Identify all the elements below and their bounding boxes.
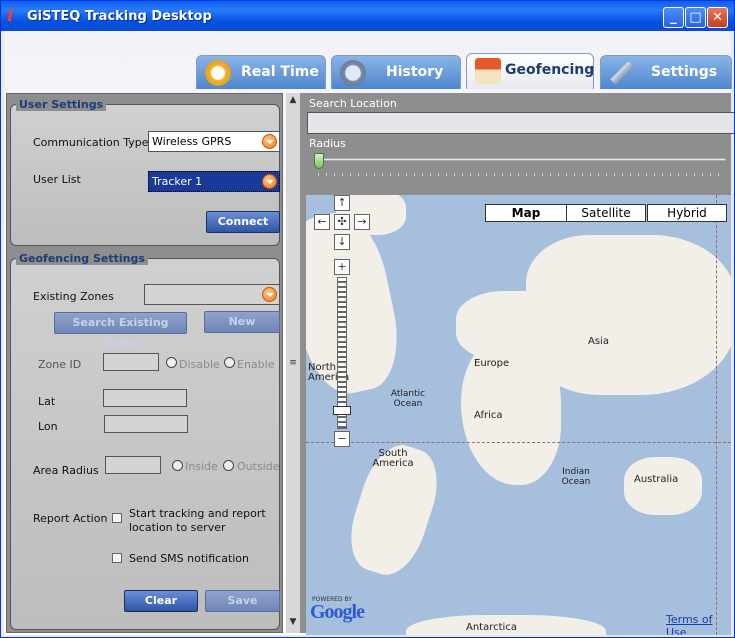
info-i-icon: i xyxy=(7,6,14,26)
start-tracking-label: Start tracking and report location to se… xyxy=(129,507,266,534)
outside-label: Outside xyxy=(237,460,280,473)
user-list-value: Tracker 1 xyxy=(152,175,203,188)
zoom-out-button[interactable]: − xyxy=(334,431,350,447)
new-zone-button[interactable]: New xyxy=(204,311,280,333)
enable-radio[interactable] xyxy=(224,357,235,368)
south-america-label: South America xyxy=(372,448,414,469)
google-logo: Google xyxy=(310,601,365,623)
area-radius-label: Area Radius xyxy=(33,464,99,477)
tab-settings[interactable]: Settings xyxy=(600,55,732,89)
splitter-grip-icon[interactable]: ≡ xyxy=(287,358,299,372)
map-view[interactable]: Asia Europe Africa North America South A… xyxy=(306,195,731,635)
zoom-slider-thumb[interactable] xyxy=(333,406,351,415)
search-location-input[interactable] xyxy=(307,112,734,134)
pan-center-icon[interactable]: ✣ xyxy=(334,214,350,230)
inside-radio[interactable] xyxy=(172,460,183,471)
scroll-down-icon[interactable]: ▼ xyxy=(287,617,299,631)
inside-label: Inside xyxy=(185,460,218,473)
stopwatch-icon xyxy=(205,60,231,86)
left-panel: User Settings Communication Type Wireles… xyxy=(6,93,283,633)
tab-history-label: History xyxy=(386,64,444,80)
indian-ocean-label: Indian Ocean xyxy=(561,467,591,487)
existing-zones-select[interactable] xyxy=(144,284,280,305)
radius-slider-track[interactable] xyxy=(316,158,726,161)
lon-label: Lon xyxy=(38,420,58,433)
communication-type-value: Wireless GPRS xyxy=(152,135,232,148)
house-icon xyxy=(475,58,501,84)
enable-label: Enable xyxy=(237,358,275,371)
lon-input[interactable] xyxy=(104,415,188,433)
pan-down-icon[interactable]: ↓ xyxy=(334,234,350,250)
radius-label: Radius xyxy=(309,137,346,150)
pan-up-icon[interactable]: ↑ xyxy=(334,195,350,211)
dateline xyxy=(716,195,717,635)
search-existing-zones-button[interactable]: Search Existing Zones xyxy=(54,312,187,349)
pan-left-icon[interactable]: ← xyxy=(314,214,330,230)
europe-label: Europe xyxy=(474,358,510,369)
geofencing-settings-title: Geofencing Settings xyxy=(16,252,148,265)
close-button[interactable]: ✕ xyxy=(707,7,728,28)
communication-type-select[interactable]: Wireless GPRS xyxy=(148,131,280,152)
connect-button[interactable]: Connect xyxy=(206,211,280,233)
dropdown-arrow-icon[interactable] xyxy=(262,134,277,149)
communication-type-label: Communication Type xyxy=(33,136,149,149)
area-radius-input[interactable] xyxy=(105,456,161,474)
australia-label: Australia xyxy=(634,474,679,485)
user-settings-title: User Settings xyxy=(16,98,107,111)
terms-of-use-link[interactable]: Terms of Use xyxy=(666,613,731,635)
window-title: GiSTEQ Tracking Desktop xyxy=(27,9,212,24)
tab-real-time[interactable]: Real Time xyxy=(196,55,326,89)
user-settings-group: User Settings Communication Type Wireles… xyxy=(10,98,280,246)
window-body: Real Time History Geofencing Settings Us… xyxy=(4,31,734,635)
clear-button[interactable]: Clear xyxy=(124,590,198,612)
africa-label: Africa xyxy=(474,410,503,421)
map-pane: Search Location Radius Asia Europe Afric… xyxy=(300,93,734,635)
tab-real-time-label: Real Time xyxy=(241,64,319,80)
disable-radio[interactable] xyxy=(166,357,177,368)
title-bar[interactable]: i GiSTEQ Tracking Desktop _ □ ✕ xyxy=(1,1,734,31)
user-list-select[interactable]: Tracker 1 xyxy=(148,171,280,192)
asia-land xyxy=(526,235,731,395)
tab-history[interactable]: History xyxy=(331,55,461,89)
user-list-label: User List xyxy=(33,173,81,186)
maximize-button[interactable]: □ xyxy=(685,7,706,28)
zone-id-label: Zone ID xyxy=(38,358,82,371)
outside-radio[interactable] xyxy=(223,460,234,471)
asia-label: Asia xyxy=(588,336,609,347)
tab-geofencing-label: Geofencing xyxy=(505,62,595,78)
pan-right-icon[interactable]: → xyxy=(354,214,370,230)
dropdown-arrow-icon[interactable] xyxy=(262,174,277,189)
sms-notification-checkbox[interactable] xyxy=(112,553,122,563)
dropdown-arrow-icon[interactable] xyxy=(262,287,277,302)
radius-slider-ticks xyxy=(318,173,723,176)
existing-zones-label: Existing Zones xyxy=(33,290,114,303)
zone-id-spinner[interactable] xyxy=(103,353,159,371)
atlantic-ocean-label: Atlantic Ocean xyxy=(390,389,426,409)
tab-geofencing[interactable]: Geofencing xyxy=(466,53,594,89)
map-type-hybrid-button[interactable]: Hybrid xyxy=(647,204,727,222)
map-type-map-button[interactable]: Map xyxy=(485,204,567,222)
zoom-in-button[interactable]: + xyxy=(334,259,350,275)
report-action-label: Report Action xyxy=(33,512,108,525)
sms-notification-label: Send SMS notification xyxy=(129,552,250,565)
save-button[interactable]: Save xyxy=(205,590,280,612)
lat-input[interactable] xyxy=(103,389,187,407)
radius-slider-thumb[interactable] xyxy=(314,153,324,169)
panel-scrollbar[interactable]: ▲ ≡ ▼ xyxy=(286,93,300,633)
search-location-label: Search Location xyxy=(309,97,397,110)
minimize-button[interactable]: _ xyxy=(663,7,684,28)
tools-icon xyxy=(609,60,635,86)
equator-line xyxy=(306,442,731,443)
map-type-satellite-button[interactable]: Satellite xyxy=(566,204,646,222)
scroll-up-icon[interactable]: ▲ xyxy=(287,95,299,109)
start-tracking-checkbox[interactable] xyxy=(112,513,122,523)
lat-label: Lat xyxy=(38,395,56,408)
magnifier-icon xyxy=(340,60,366,86)
app-window: i GiSTEQ Tracking Desktop _ □ ✕ Real Tim… xyxy=(0,0,735,638)
tab-settings-label: Settings xyxy=(651,64,718,80)
antarctica-label: Antarctica xyxy=(466,622,517,633)
australia-land xyxy=(624,457,702,515)
disable-label: Disable xyxy=(179,358,220,371)
geofencing-settings-group: Geofencing Settings Existing Zones Searc… xyxy=(10,252,280,630)
